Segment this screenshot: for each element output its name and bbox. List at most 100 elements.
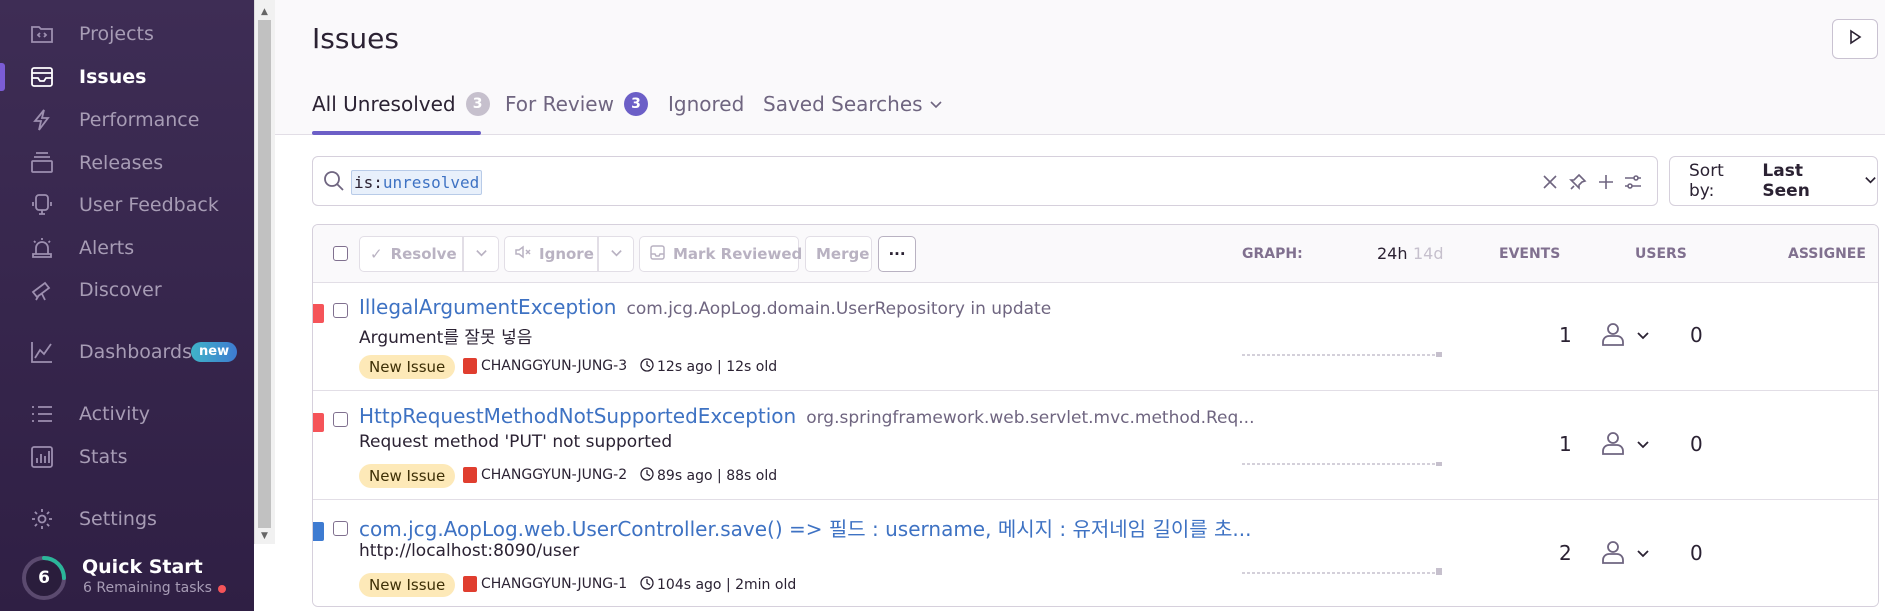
user-count: 0	[1690, 541, 1703, 565]
short-id[interactable]: CHANGGYUN-JUNG-1	[463, 576, 627, 592]
sidebar-item-projects[interactable]: Projects	[0, 16, 254, 52]
status-badge: New Issue	[359, 464, 456, 488]
graph-24h-toggle[interactable]: 24h	[1377, 244, 1408, 263]
graph-14d-toggle[interactable]: 14d	[1413, 244, 1444, 263]
row-checkbox[interactable]	[333, 521, 348, 536]
sidebar-item-settings[interactable]: Settings	[0, 501, 254, 537]
search-query[interactable]: is:unresolved	[351, 170, 483, 195]
sidebar-item-label: Settings	[79, 508, 157, 530]
sidebar-item-label: Stats	[79, 446, 128, 468]
sidebar-item-discover[interactable]: Discover	[0, 272, 254, 308]
quick-start-count: 6	[38, 568, 50, 588]
users-header: USERS	[1635, 246, 1687, 262]
tab-count: 3	[465, 92, 490, 116]
tab-label: All Unresolved	[312, 92, 456, 116]
sidebar-item-stats[interactable]: Stats	[0, 439, 254, 475]
issue-time-text: 89s ago | 88s old	[657, 468, 778, 484]
scrollbar-thumb[interactable]	[258, 20, 271, 528]
merge-button[interactable]: Merge	[805, 236, 872, 272]
ignore-dropdown-button[interactable]	[598, 236, 634, 272]
resolve-dropdown-button[interactable]	[463, 236, 499, 272]
sort-dropdown[interactable]: Sort by: Last Seen	[1669, 156, 1878, 206]
chart-line-icon	[28, 338, 56, 366]
user-count: 0	[1690, 323, 1703, 347]
short-id-text: CHANGGYUN-JUNG-2	[481, 467, 628, 483]
row-checkbox[interactable]	[333, 412, 348, 427]
short-id-text: CHANGGYUN-JUNG-3	[481, 358, 628, 374]
mark-reviewed-label: Mark Reviewed	[673, 245, 803, 263]
scroll-up-arrow-icon[interactable]: ▲	[254, 4, 275, 20]
tab-all-unresolved[interactable]: All Unresolved 3	[312, 92, 490, 116]
filter-settings-icon[interactable]	[1623, 173, 1643, 195]
graph-header: GRAPH:	[1242, 246, 1303, 262]
sidebar-item-label: Releases	[79, 152, 164, 174]
sidebar-item-alerts[interactable]: Alerts	[0, 230, 254, 266]
issue-time-text: 12s ago | 12s old	[657, 359, 778, 375]
tab-ignored[interactable]: Ignored	[668, 92, 744, 116]
tab-for-review[interactable]: For Review 3	[505, 92, 648, 116]
scroll-down-arrow-icon[interactable]: ▼	[254, 528, 275, 544]
short-id[interactable]: CHANGGYUN-JUNG-2	[463, 467, 627, 483]
table-row[interactable]: IllegalArgumentException com.jcg.AopLog.d…	[313, 283, 1878, 391]
event-count: 2	[1559, 541, 1572, 565]
ignore-button[interactable]: Ignore	[504, 236, 598, 272]
sidebar-item-label: Issues	[79, 66, 147, 88]
issue-title[interactable]: com.jcg.AopLog.web.UserController.save()…	[359, 513, 1261, 542]
issue-time: 89s ago | 88s old	[640, 467, 777, 485]
issues-icon	[28, 63, 56, 91]
sidebar-item-activity[interactable]: Activity	[0, 396, 254, 432]
sidebar-item-label: Alerts	[79, 237, 135, 259]
telescope-icon	[28, 276, 56, 304]
assignee-header: ASSIGNEE	[1788, 246, 1866, 262]
sidebar-item-releases[interactable]: Releases	[0, 145, 254, 181]
table-row[interactable]: com.jcg.AopLog.web.UserController.save()…	[313, 501, 1878, 606]
quick-start[interactable]: 6 Quick Start 6 Remaining tasks	[18, 552, 254, 604]
select-all-checkbox[interactable]	[333, 246, 348, 261]
table-row[interactable]: HttpRequestMethodNotSupportedException or…	[313, 392, 1878, 500]
list-icon	[28, 400, 56, 428]
notification-dot	[218, 585, 226, 593]
assignee-selector[interactable]	[1600, 428, 1660, 462]
sidebar-item-user-feedback[interactable]: User Feedback	[0, 187, 254, 223]
row-checkbox[interactable]	[333, 303, 348, 318]
resolve-button[interactable]: ✓ Resolve	[359, 236, 463, 272]
event-count: 1	[1559, 432, 1572, 456]
more-actions-button[interactable]: ···	[878, 236, 916, 272]
chevron-down-icon	[1864, 171, 1877, 191]
ignore-label: Ignore	[539, 245, 594, 263]
sidebar-item-dashboards[interactable]: Dashboards new	[0, 334, 254, 370]
chevron-down-icon	[1636, 545, 1650, 564]
new-badge: new	[191, 342, 238, 362]
short-id[interactable]: CHANGGYUN-JUNG-3	[463, 358, 627, 374]
quick-start-subtitle: 6 Remaining tasks	[83, 580, 212, 596]
issue-title-text: IllegalArgumentException	[359, 295, 617, 319]
issue-title[interactable]: HttpRequestMethodNotSupportedException or…	[359, 404, 1254, 428]
tab-saved-searches[interactable]: Saved Searches	[763, 92, 943, 116]
sidebar-item-label: User Feedback	[79, 194, 219, 216]
sidebar-item-performance[interactable]: Performance	[0, 102, 254, 138]
sidebar: Projects Issues Performance Releases Use…	[0, 0, 254, 611]
assignee-selector[interactable]	[1600, 319, 1660, 353]
issue-message: Argument를 잘못 넣음	[359, 328, 533, 348]
lightning-icon	[28, 106, 56, 134]
clock-icon	[640, 358, 654, 376]
search-bar[interactable]: is:unresolved	[312, 156, 1658, 206]
tab-label: Saved Searches	[763, 92, 923, 116]
pin-icon[interactable]	[1569, 173, 1587, 195]
play-button[interactable]	[1832, 19, 1878, 59]
issue-time-text: 104s ago | 2min old	[657, 577, 797, 593]
assignee-selector[interactable]	[1600, 537, 1660, 571]
mark-reviewed-button[interactable]: Mark Reviewed	[639, 236, 803, 272]
plus-icon[interactable]	[1597, 173, 1615, 195]
play-icon	[1847, 29, 1863, 49]
level-indicator	[313, 522, 324, 541]
events-header: EVENTS	[1499, 246, 1561, 262]
issue-title[interactable]: IllegalArgumentException com.jcg.AopLog.d…	[359, 295, 1051, 319]
projects-icon	[28, 20, 56, 48]
sidebar-item-issues[interactable]: Issues	[0, 59, 254, 95]
tab-label: For Review	[505, 92, 614, 116]
chevron-down-icon	[929, 92, 943, 116]
page-header: Issues All Unresolved 3 For Review 3 Ign…	[275, 0, 1885, 135]
sort-label: Sort by:	[1689, 161, 1724, 201]
clear-icon[interactable]	[1541, 173, 1559, 195]
